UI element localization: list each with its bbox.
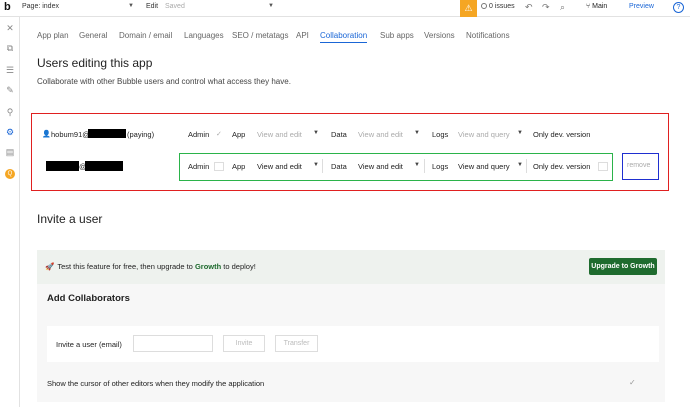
logs-permission-select[interactable]: View and query xyxy=(458,130,510,139)
redacted-email xyxy=(46,161,79,171)
preview-button[interactable]: Preview xyxy=(629,3,654,10)
version-checkbox[interactable] xyxy=(598,162,608,171)
collaborator-email-prefix: hobum91@ xyxy=(51,130,90,139)
user-icon: 👤 xyxy=(42,131,51,138)
logs-label: Logs xyxy=(432,162,449,171)
tab-versions[interactable]: Versions xyxy=(424,31,455,40)
issues-indicator[interactable]: 0 issues xyxy=(481,3,515,10)
show-cursor-checkbox[interactable]: ✓ xyxy=(629,378,636,387)
branch-name: Main xyxy=(592,3,608,10)
admin-checkbox[interactable] xyxy=(214,162,224,171)
left-sidebar: ✕ ⧉ ☰ ✎ ⚲ ⚙ ▤ Q xyxy=(0,17,20,407)
workflow-icon[interactable]: ⧉ xyxy=(5,43,15,53)
show-cursor-option-label: Show the cursor of other editors when th… xyxy=(47,379,265,388)
alert-icon[interactable]: ⚠ xyxy=(460,0,477,17)
chevron-down-icon: ▼ xyxy=(517,130,523,136)
issues-count: 0 issues xyxy=(489,3,515,10)
app-permission-select[interactable]: View and edit xyxy=(257,162,302,171)
save-status: Saved xyxy=(165,3,185,10)
tab-notifications[interactable]: Notifications xyxy=(466,31,510,40)
tab-sub-apps[interactable]: Sub apps xyxy=(380,31,414,40)
collaborator-plan: (paying) xyxy=(127,130,155,139)
chevron-down-icon: ▼ xyxy=(313,130,319,136)
chevron-down-icon: ▼ xyxy=(128,3,134,9)
tab-domain-email[interactable]: Domain / email xyxy=(119,31,172,40)
bubble-logo[interactable]: b xyxy=(4,1,16,15)
tab-api[interactable]: API xyxy=(296,31,309,40)
branch-selector[interactable]: ⑂ Main xyxy=(586,3,607,10)
logs-icon[interactable]: ▤ xyxy=(5,147,15,157)
invite-button[interactable]: Invite xyxy=(223,335,265,352)
tab-languages[interactable]: Languages xyxy=(184,31,224,40)
invite-heading: Invite a user xyxy=(37,212,103,226)
tab-seo-metatags[interactable]: SEO / metatags xyxy=(232,31,288,40)
search-icon[interactable]: ⌕ xyxy=(560,2,565,13)
admin-label: Admin xyxy=(188,162,210,171)
chevron-down-icon: ▼ xyxy=(414,130,420,136)
version-access-label: Only dev. version xyxy=(533,130,591,139)
data-label: Data xyxy=(331,130,347,139)
app-label: App xyxy=(232,162,246,171)
select-divider xyxy=(322,159,323,173)
page-description: Collaborate with other Bubble users and … xyxy=(37,77,291,86)
admin-label: Admin xyxy=(188,130,210,139)
design-tools-icon[interactable]: ✕ xyxy=(5,23,15,33)
chevron-down-icon: ▼ xyxy=(313,162,319,168)
upgrade-banner-text: 🚀 Test this feature for free, then upgrad… xyxy=(45,262,256,271)
data-permission-select[interactable]: View and edit xyxy=(358,162,403,171)
version-access-label: Only dev. version xyxy=(533,162,591,171)
chevron-down-icon[interactable]: ▼ xyxy=(268,3,274,9)
brush-icon[interactable]: ✎ xyxy=(5,85,15,95)
add-collaborators-heading: Add Collaborators xyxy=(47,293,130,304)
select-divider xyxy=(526,159,527,173)
settings-gear-icon[interactable]: ⚙ xyxy=(5,127,15,137)
logs-label: Logs xyxy=(432,130,449,139)
undo-icon[interactable]: ↶ xyxy=(525,2,533,13)
page-select-label: Page: index xyxy=(22,3,59,10)
plugin-icon[interactable]: ⚲ xyxy=(5,107,15,117)
redo-icon[interactable]: ↷ xyxy=(542,2,550,13)
transfer-button[interactable]: Transfer xyxy=(275,335,318,352)
notification-badge-icon[interactable]: Q xyxy=(5,169,15,179)
database-icon[interactable]: ☰ xyxy=(5,65,15,75)
issues-circle-icon xyxy=(481,3,487,9)
page-title: Users editing this app xyxy=(37,56,153,70)
tab-collaboration[interactable]: Collaboration xyxy=(320,31,368,43)
select-divider xyxy=(424,159,425,173)
rocket-icon: 🚀 xyxy=(45,262,55,271)
banner-suffix: to deploy! xyxy=(221,262,256,271)
redacted-email xyxy=(88,129,126,138)
tab-general[interactable]: General xyxy=(79,31,107,40)
page-select[interactable]: Page: index ▼ xyxy=(22,3,134,14)
invite-email-label: Invite a user (email) xyxy=(56,340,122,349)
tab-app-plan[interactable]: App plan xyxy=(37,31,69,40)
help-icon[interactable]: ? xyxy=(673,2,684,13)
banner-prefix: Test this feature for free, then upgrade… xyxy=(57,262,195,271)
app-label: App xyxy=(232,130,246,139)
edit-menu[interactable]: Edit xyxy=(146,3,158,10)
checkmark-icon: ✓ xyxy=(216,131,222,138)
remove-collaborator-button[interactable]: remove xyxy=(627,162,650,169)
chevron-down-icon: ▼ xyxy=(414,162,420,168)
invite-email-input[interactable] xyxy=(133,335,213,352)
redacted-email xyxy=(85,161,123,171)
banner-plan: Growth xyxy=(194,262,222,271)
data-permission-select[interactable]: View and edit xyxy=(358,130,403,139)
data-label: Data xyxy=(331,162,347,171)
app-permission-select[interactable]: View and edit xyxy=(257,130,302,139)
logs-permission-select[interactable]: View and query xyxy=(458,162,510,171)
upgrade-button[interactable]: Upgrade to Growth xyxy=(589,258,657,275)
top-bar: b Page: index ▼ Edit Saved ▼ ⚠ 0 issues … xyxy=(0,0,690,17)
chevron-down-icon: ▼ xyxy=(517,162,523,168)
